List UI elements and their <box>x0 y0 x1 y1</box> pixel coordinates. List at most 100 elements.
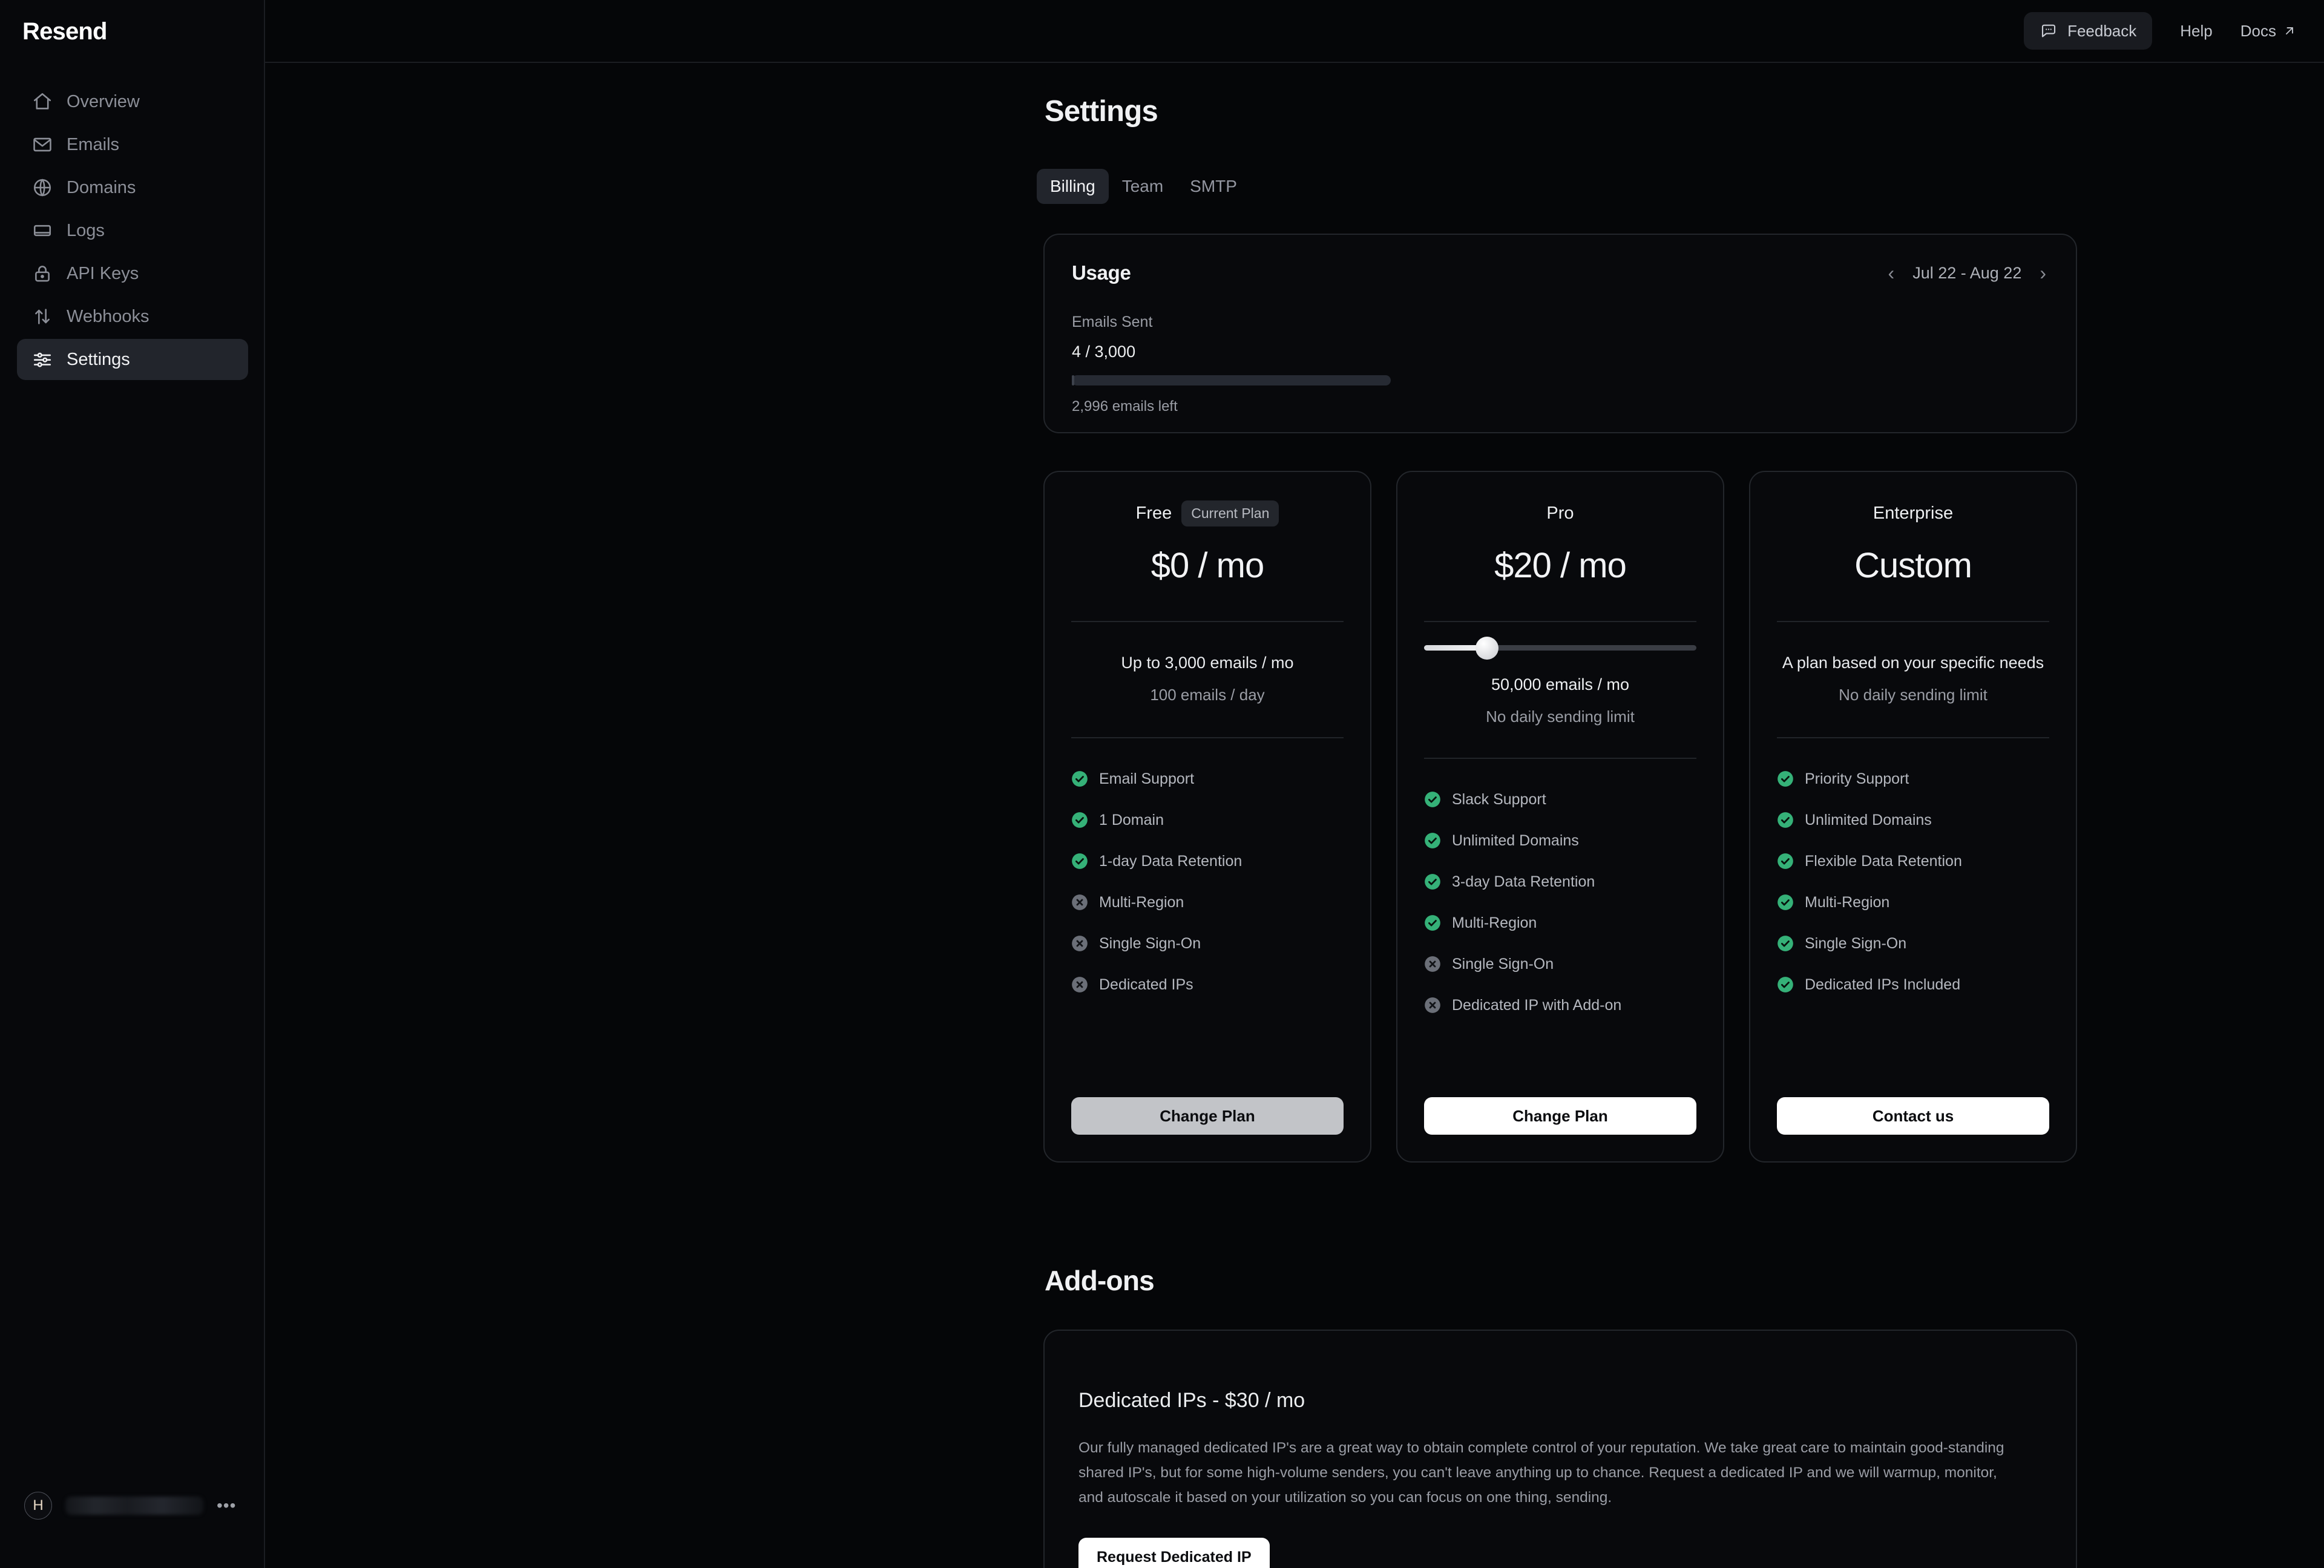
sidebar-item-emails[interactable]: Emails <box>17 124 248 165</box>
plan-header: Pro <box>1424 499 1696 527</box>
sidebar-item-label: API Keys <box>67 263 139 283</box>
avatar: H <box>24 1492 52 1520</box>
x-circle-icon <box>1424 997 1441 1014</box>
sidebar-item-logs[interactable]: Logs <box>17 210 248 251</box>
sidebar-item-settings[interactable]: Settings <box>17 339 248 380</box>
feature-row: Unlimited Domains <box>1424 823 1696 858</box>
feature-label: Email Support <box>1099 770 1195 787</box>
feature-row: 1-day Data Retention <box>1071 844 1344 879</box>
x-circle-icon <box>1071 935 1088 952</box>
feature-row: 3-day Data Retention <box>1424 864 1696 899</box>
plan-card-pro: Pro $20 / mo 50,000 emails / mo No daily… <box>1396 471 1724 1163</box>
check-circle-icon <box>1424 832 1441 849</box>
x-circle-icon <box>1071 894 1088 911</box>
feature-row: Flexible Data Retention <box>1777 844 2049 879</box>
sidebar-item-webhooks[interactable]: Webhooks <box>17 296 248 337</box>
request-dedicated-ip-button[interactable]: Request Dedicated IP <box>1078 1538 1270 1568</box>
brand-logo[interactable]: Resend <box>22 18 108 45</box>
check-circle-icon <box>1071 812 1088 828</box>
plan-allowance-main: A plan based on your specific needs <box>1782 654 2044 672</box>
sidebar-item-api-keys[interactable]: API Keys <box>17 253 248 294</box>
plan-price: Custom <box>1854 546 1972 585</box>
feature-label: 3-day Data Retention <box>1452 873 1595 890</box>
feature-row: Dedicated IPs <box>1071 967 1344 1002</box>
plan-allowance-sub: 100 emails / day <box>1150 686 1265 704</box>
email-volume-slider[interactable] <box>1424 622 1696 661</box>
arrows-updown-icon <box>32 306 53 327</box>
feature-row: Single Sign-On <box>1071 926 1344 961</box>
prev-period-button[interactable]: ‹ <box>1886 263 1897 283</box>
usage-progress-fill <box>1072 375 1074 385</box>
feature-label: Flexible Data Retention <box>1805 852 1962 870</box>
usage-count: 4 / 3,000 <box>1072 343 1136 361</box>
tab-team[interactable]: Team <box>1109 169 1177 204</box>
sidebar-item-overview[interactable]: Overview <box>17 81 248 122</box>
plan-allowance-main: Up to 3,000 emails / mo <box>1121 654 1294 672</box>
feature-row: Multi-Region <box>1424 905 1696 940</box>
addon-description: Our fully managed dedicated IP's are a g… <box>1078 1440 2004 1506</box>
usage-metric-label: Emails Sent <box>1072 313 1153 330</box>
feature-row: Single Sign-On <box>1777 926 2049 961</box>
page-title: Settings <box>1045 95 1158 128</box>
addons-section-title: Add-ons <box>1045 1265 1155 1296</box>
plan-name: Pro <box>1546 503 1574 523</box>
logs-icon <box>32 220 53 241</box>
feature-label: Single Sign-On <box>1099 934 1201 952</box>
plan-header: Enterprise <box>1777 499 2049 527</box>
plan-feature-list: Slack Support Unlimited Domains 3-day Da… <box>1424 759 1696 1097</box>
feature-label: Dedicated IPs Included <box>1805 976 1961 993</box>
sidebar-item-domains[interactable]: Domains <box>17 167 248 208</box>
feature-row: Multi-Region <box>1071 885 1344 920</box>
tab-smtp[interactable]: SMTP <box>1177 169 1250 204</box>
plan-feature-list: Email Support 1 Domain 1-day Data Retent… <box>1071 738 1344 1097</box>
topbar: Feedback Help Docs <box>265 0 2324 63</box>
current-plan-badge: Current Plan <box>1181 500 1279 526</box>
envelope-icon <box>32 134 53 155</box>
feature-label: Dedicated IPs <box>1099 976 1193 993</box>
plan-card-free: Free Current Plan $0 / mo Up to 3,000 em… <box>1043 471 1371 1163</box>
usage-title: Usage <box>1072 261 1131 284</box>
sidebar-item-label: Domains <box>67 177 136 197</box>
check-circle-icon <box>1424 873 1441 890</box>
feature-label: Multi-Region <box>1452 914 1537 931</box>
sidebar-nav: Overview Emails Domains Logs API Keys We… <box>17 81 248 382</box>
usage-date-range: Jul 22 - Aug 22 <box>1912 263 2022 282</box>
slider-thumb[interactable] <box>1475 637 1498 660</box>
feature-label: 1-day Data Retention <box>1099 852 1242 870</box>
feedback-button[interactable]: Feedback <box>2024 12 2153 50</box>
change-plan-button-pro[interactable]: Change Plan <box>1424 1097 1696 1135</box>
user-account-row[interactable]: H ••• <box>24 1492 242 1520</box>
addon-title: Dedicated IPs - $30 / mo <box>1078 1389 1305 1412</box>
check-circle-icon <box>1424 791 1441 808</box>
check-circle-icon <box>1777 812 1794 828</box>
usage-card: Usage ‹ Jul 22 - Aug 22 › Emails Sent 4 … <box>1043 234 2077 433</box>
user-menu-icon[interactable]: ••• <box>217 1497 236 1514</box>
feedback-label: Feedback <box>2067 21 2137 40</box>
sidebar-item-label: Overview <box>67 91 140 111</box>
feature-label: 1 Domain <box>1099 811 1164 828</box>
sidebar: Resend Overview Emails Domains Logs API … <box>0 0 265 1568</box>
feature-row: Dedicated IP with Add-on <box>1424 988 1696 1023</box>
check-circle-icon <box>1071 853 1088 870</box>
usage-progress-bar <box>1072 375 1391 385</box>
docs-link[interactable]: Docs <box>2240 22 2297 41</box>
usage-header: Usage ‹ Jul 22 - Aug 22 › <box>1045 235 2076 284</box>
usage-remaining: 2,996 emails left <box>1072 398 1178 415</box>
feature-label: Single Sign-On <box>1805 934 1907 952</box>
help-link[interactable]: Help <box>2180 22 2212 41</box>
user-name <box>65 1497 203 1515</box>
sidebar-item-label: Emails <box>67 134 120 154</box>
feature-row: Multi-Region <box>1777 885 2049 920</box>
feature-row: Single Sign-On <box>1424 946 1696 982</box>
check-circle-icon <box>1424 914 1441 931</box>
next-period-button[interactable]: › <box>2037 263 2049 283</box>
feature-label: Slack Support <box>1452 790 1546 808</box>
docs-label: Docs <box>2240 21 2276 40</box>
sliders-icon <box>32 349 53 370</box>
change-plan-button-free[interactable]: Change Plan <box>1071 1097 1344 1135</box>
addon-card-dedicated-ips: Dedicated IPs - $30 / mo Our fully manag… <box>1043 1330 2077 1568</box>
plan-allowance-sub: No daily sending limit <box>1486 707 1635 726</box>
plan-feature-list: Priority Support Unlimited Domains Flexi… <box>1777 738 2049 1097</box>
tab-billing[interactable]: Billing <box>1037 169 1109 204</box>
contact-us-button[interactable]: Contact us <box>1777 1097 2049 1135</box>
